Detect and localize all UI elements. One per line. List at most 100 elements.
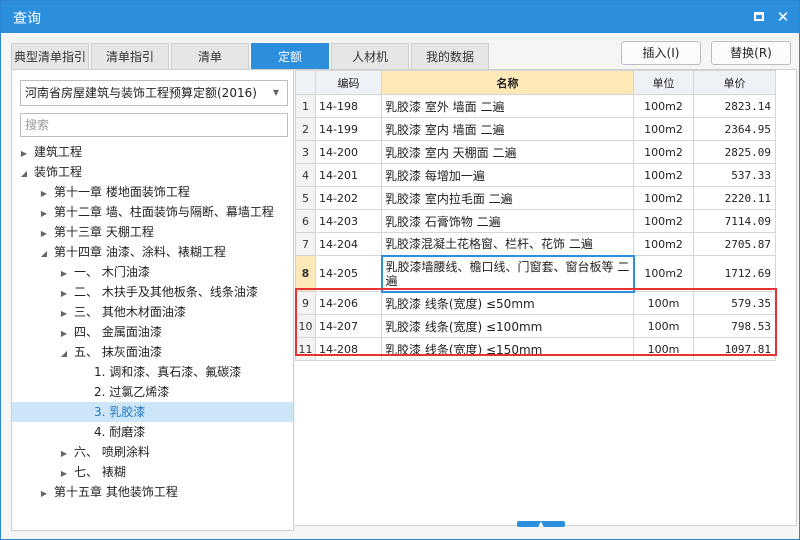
search-input[interactable] [20, 113, 288, 137]
price-cell[interactable]: 2705.87 [693, 232, 776, 256]
replace-button[interactable]: 替换(R) [711, 41, 791, 65]
name-cell[interactable]: 乳胶漆 线条(宽度) ≤50mm [381, 291, 634, 315]
unit-cell[interactable]: 100m [633, 337, 694, 361]
tree-item[interactable]: ▶ 第十三章 天棚工程 [12, 222, 293, 242]
collapse-arrow-icon[interactable]: ◢ [58, 344, 70, 364]
table-row[interactable]: 6 14-203 乳胶漆 石膏饰物 二遍 100m2 7114.09 [295, 209, 776, 233]
price-cell[interactable]: 2220.11 [693, 186, 776, 210]
tree-item[interactable]: ▶ 二、 木扶手及其他板条、线条油漆 [12, 282, 293, 302]
row-index[interactable]: 9 [295, 291, 316, 315]
tree-item[interactable]: ▶ 一、 木门油漆 [12, 262, 293, 282]
unit-cell[interactable]: 100m [633, 314, 694, 338]
row-index[interactable]: 4 [295, 163, 316, 187]
code-cell[interactable]: 14-207 [315, 314, 382, 338]
code-cell[interactable]: 14-201 [315, 163, 382, 187]
table-row[interactable]: 8 14-205 乳胶漆墙腰线、檐口线、门窗套、窗台板等 二遍 100m2 1712.6… [295, 254, 776, 293]
table-row[interactable]: 5 14-202 乳胶漆 室内拉毛面 二遍 100m2 2220.11 [295, 186, 776, 210]
panel-collapse-handle[interactable]: ▲ [517, 521, 565, 528]
expand-arrow-icon[interactable]: ▶ [58, 444, 70, 464]
expand-arrow-icon[interactable]: ▶ [38, 484, 50, 504]
expand-arrow-icon[interactable]: ▶ [58, 324, 70, 344]
row-index[interactable]: 2 [295, 117, 316, 141]
price-cell[interactable]: 7114.09 [693, 209, 776, 233]
tab-list[interactable]: 清单 [171, 43, 249, 69]
name-cell[interactable]: 乳胶漆混凝土花格窗、栏杆、花饰 二遍 [381, 232, 634, 256]
tree-item[interactable]: ▶ 四、 金属面油漆 [12, 322, 293, 342]
name-cell[interactable]: 乳胶漆 每增加一遍 [381, 163, 634, 187]
price-cell[interactable]: 2364.95 [693, 117, 776, 141]
price-cell[interactable]: 537.33 [693, 163, 776, 187]
expand-arrow-icon[interactable]: ▶ [38, 184, 50, 204]
tree-item[interactable]: ◢ 五、 抹灰面油漆 [12, 342, 293, 362]
row-index[interactable]: 5 [295, 186, 316, 210]
name-cell[interactable]: 乳胶漆 石膏饰物 二遍 [381, 209, 634, 233]
expand-arrow-icon[interactable]: ▶ [18, 144, 30, 164]
row-index[interactable]: 3 [295, 140, 316, 164]
tree-item[interactable]: ▶ 第十二章 墙、柱面装饰与隔断、幕墙工程 [12, 202, 293, 222]
row-index[interactable]: 8 [295, 255, 316, 292]
collapse-arrow-icon[interactable]: ◢ [38, 244, 50, 264]
expand-arrow-icon[interactable]: ▶ [38, 224, 50, 244]
code-cell[interactable]: 14-202 [315, 186, 382, 210]
price-cell[interactable]: 1712.69 [693, 255, 776, 292]
tab-typical-list-guide[interactable]: 典型清单指引 [11, 43, 89, 69]
name-cell[interactable]: 乳胶漆墙腰线、檐口线、门窗套、窗台板等 二遍 [380, 254, 635, 293]
price-cell[interactable]: 579.35 [693, 291, 776, 315]
code-cell[interactable]: 14-205 [315, 255, 382, 292]
code-cell[interactable]: 14-198 [315, 94, 382, 118]
unit-cell[interactable]: 100m2 [633, 163, 694, 187]
unit-cell[interactable]: 100m2 [633, 94, 694, 118]
unit-header[interactable]: 单位 [633, 70, 694, 95]
tree-item[interactable]: ▶ 第十五章 其他装饰工程 [12, 482, 293, 502]
row-index[interactable]: 10 [295, 314, 316, 338]
table-row[interactable]: 11 14-208 乳胶漆 线条(宽度) ≤150mm 100m 1097.81 [295, 337, 776, 361]
tree-item[interactable]: ▶ 第十一章 楼地面装饰工程 [12, 182, 293, 202]
quota-library-select[interactable]: 河南省房屋建筑与装饰工程预算定额(2016) ▼ [20, 80, 288, 106]
table-row[interactable]: 4 14-201 乳胶漆 每增加一遍 100m2 537.33 [295, 163, 776, 187]
unit-cell[interactable]: 100m2 [633, 186, 694, 210]
tree-item[interactable]: 3. 乳胶漆 [12, 402, 293, 422]
tab-quota[interactable]: 定额 [251, 43, 329, 69]
table-row[interactable]: 10 14-207 乳胶漆 线条(宽度) ≤100mm 100m 798.53 [295, 314, 776, 338]
close-button[interactable]: ✕ [773, 7, 793, 27]
name-cell[interactable]: 乳胶漆 室内 天棚面 二遍 [381, 140, 634, 164]
tree-item[interactable]: ◢ 第十四章 油漆、涂料、裱糊工程 [12, 242, 293, 262]
unit-cell[interactable]: 100m2 [633, 209, 694, 233]
row-index[interactable]: 7 [295, 232, 316, 256]
expand-arrow-icon[interactable]: ▶ [58, 264, 70, 284]
tab-my-data[interactable]: 我的数据 [411, 43, 489, 69]
name-cell[interactable]: 乳胶漆 室内拉毛面 二遍 [381, 186, 634, 210]
unit-cell[interactable]: 100m [633, 291, 694, 315]
price-cell[interactable]: 2823.14 [693, 94, 776, 118]
tab-labor-material-machine[interactable]: 人材机 [331, 43, 409, 69]
price-header[interactable]: 单价 [693, 70, 776, 95]
row-index[interactable]: 1 [295, 94, 316, 118]
name-cell[interactable]: 乳胶漆 线条(宽度) ≤150mm [381, 337, 634, 361]
table-row[interactable]: 2 14-199 乳胶漆 室内 墙面 二遍 100m2 2364.95 [295, 117, 776, 141]
price-cell[interactable]: 1097.81 [693, 337, 776, 361]
code-cell[interactable]: 14-199 [315, 117, 382, 141]
name-header[interactable]: 名称 [381, 70, 634, 95]
name-cell[interactable]: 乳胶漆 线条(宽度) ≤100mm [381, 314, 634, 338]
collapse-arrow-icon[interactable]: ◢ [18, 164, 30, 184]
tree-item[interactable]: ▶ 三、 其他木材面油漆 [12, 302, 293, 322]
expand-arrow-icon[interactable]: ▶ [58, 304, 70, 324]
unit-cell[interactable]: 100m2 [633, 255, 694, 292]
expand-arrow-icon[interactable]: ▶ [58, 464, 70, 484]
tree-item[interactable]: 1. 调和漆、真石漆、氟碳漆 [12, 362, 293, 382]
tree-item[interactable]: 2. 过氯乙烯漆 [12, 382, 293, 402]
insert-button[interactable]: 插入(I) [621, 41, 701, 65]
table-row[interactable]: 1 14-198 乳胶漆 室外 墙面 二遍 100m2 2823.14 [295, 94, 776, 118]
table-row[interactable]: 7 14-204 乳胶漆混凝土花格窗、栏杆、花饰 二遍 100m2 2705.87 [295, 232, 776, 256]
table-row[interactable]: 9 14-206 乳胶漆 线条(宽度) ≤50mm 100m 579.35 [295, 291, 776, 315]
row-index[interactable]: 11 [295, 337, 316, 361]
tree-item[interactable]: 4. 耐磨漆 [12, 422, 293, 442]
expand-arrow-icon[interactable]: ▶ [58, 284, 70, 304]
price-cell[interactable]: 798.53 [693, 314, 776, 338]
tree-item[interactable]: ◢ 装饰工程 [12, 162, 293, 182]
expand-arrow-icon[interactable]: ▶ [38, 204, 50, 224]
tree-item[interactable]: ▶ 建筑工程 [12, 142, 293, 162]
unit-cell[interactable]: 100m2 [633, 232, 694, 256]
tree-item[interactable]: ▶ 六、 喷刷涂料 [12, 442, 293, 462]
maximize-button[interactable] [749, 7, 769, 27]
